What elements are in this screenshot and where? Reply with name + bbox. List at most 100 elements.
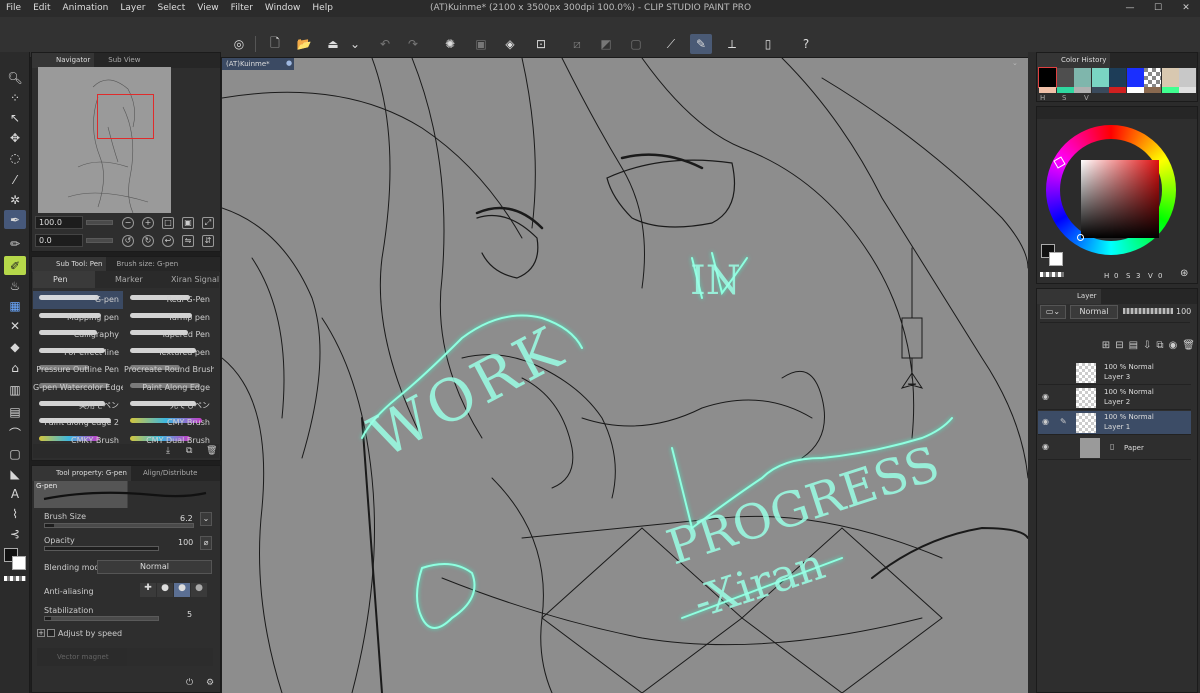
color-history-swatch[interactable] <box>1091 87 1109 93</box>
brush-size-slider[interactable] <box>44 523 194 528</box>
tab-group-xiran-signal[interactable]: Xiran Signal <box>157 271 219 288</box>
brush-size-value[interactable]: 6.2 <box>180 514 193 523</box>
gradient-icon[interactable]: ▤ <box>4 402 26 421</box>
reset-rotate-icon[interactable]: ↩ <box>162 235 174 247</box>
sv-marker[interactable] <box>1077 234 1084 241</box>
canvas-tab[interactable]: (AT)Kuinme* <box>222 58 294 70</box>
layer-blend-dropdown[interactable]: Normal <box>1070 305 1118 319</box>
operation-icon[interactable]: ↖ <box>4 108 26 127</box>
deselect-icon[interactable]: ⧄ <box>566 34 588 54</box>
close-button[interactable]: ✕ <box>1172 0 1200 17</box>
brush-item[interactable]: For effect line <box>33 344 123 362</box>
layer-row[interactable]: ◉ ▯ Paper <box>1038 436 1191 460</box>
save-icon[interactable]: ⏏ <box>322 34 344 54</box>
new-file-icon[interactable]: 🗋 <box>264 34 286 54</box>
brush-item[interactable]: Pressure Outline Pen <box>33 361 123 379</box>
color-history-swatch[interactable] <box>1126 87 1144 93</box>
color-history-swatch[interactable] <box>1144 87 1161 93</box>
expand-icon[interactable]: + <box>37 629 45 637</box>
color-history-swatch[interactable] <box>1109 68 1126 87</box>
magic-wand-icon[interactable]: ✲ <box>4 190 26 209</box>
eraser-dotted-icon[interactable]: ✕ <box>4 316 26 335</box>
pencil-icon[interactable]: ✏ <box>4 234 26 253</box>
opacity-slider[interactable] <box>44 546 159 551</box>
color-history-swatch[interactable] <box>1161 68 1179 87</box>
rotate-right-icon[interactable]: ↻ <box>142 235 154 247</box>
text-icon[interactable]: A <box>4 484 26 503</box>
layer-opacity-value[interactable]: 100 <box>1176 307 1191 316</box>
minimize-button[interactable]: — <box>1116 0 1144 17</box>
brush-item[interactable]: Procreate Round Brush <box>124 361 214 379</box>
zoom-field[interactable]: 100.0 <box>35 216 83 229</box>
visibility-eye-icon[interactable]: ◉ <box>1042 418 1052 426</box>
canvas-menu-chevron-icon[interactable]: ⌄ <box>1012 59 1018 67</box>
color-history-swatch[interactable] <box>1161 87 1179 93</box>
undo-icon[interactable]: ↶ <box>374 34 396 54</box>
pen-icon[interactable]: ✒ <box>4 210 26 229</box>
color-settings-icon[interactable]: ⊛ <box>1180 268 1188 279</box>
aa-strong-icon[interactable]: ● <box>191 583 207 597</box>
tool-reset-icon[interactable]: ⏻ <box>186 678 193 688</box>
color-history-swatch[interactable] <box>1126 68 1144 87</box>
menu-animation[interactable]: Animation <box>57 0 115 17</box>
visibility-eye-icon[interactable]: ◉ <box>1042 393 1052 401</box>
lasso-dots-icon[interactable]: ⁘ <box>4 88 26 107</box>
color-history-swatch[interactable] <box>1056 68 1074 87</box>
aa-none-icon[interactable]: ✚ <box>140 583 156 597</box>
brush-item[interactable]: Turnip pen <box>124 309 214 327</box>
color-history-swatch[interactable] <box>1091 68 1109 87</box>
menu-help[interactable]: Help <box>306 0 339 17</box>
selection-border-icon[interactable]: ▢ <box>625 34 647 54</box>
color-history-swatch[interactable] <box>1179 68 1196 87</box>
redo-icon[interactable]: ↷ <box>402 34 424 54</box>
tool-settings-icon[interactable]: ⚙ <box>206 678 214 688</box>
opacity-value[interactable]: 100 <box>178 538 193 547</box>
figure-icon[interactable]: ⌒ <box>4 424 26 443</box>
tab-navigator[interactable]: Navigator <box>32 53 95 68</box>
chevron-down-icon[interactable]: ⌄ <box>344 34 366 54</box>
color-history-swatch[interactable] <box>1144 68 1161 87</box>
stabilization-slider[interactable] <box>44 616 159 621</box>
color-history-swatch[interactable] <box>1074 68 1091 87</box>
blend-icon[interactable]: ⌂ <box>4 358 26 377</box>
mask-icon[interactable]: ◉ <box>1169 340 1178 358</box>
layer-row[interactable]: ◉ ✎ 100 % Normal Layer 1 <box>1038 411 1191 435</box>
color-history-swatch[interactable] <box>1179 87 1196 93</box>
fill-icon[interactable]: ◈ <box>499 34 521 54</box>
blending-mode-dropdown[interactable]: Normal <box>97 560 212 574</box>
menu-filter[interactable]: Filter <box>225 0 259 17</box>
balloon-icon[interactable]: ⌇ <box>4 504 26 523</box>
copy-subtool-icon[interactable]: ⧉ <box>186 446 192 456</box>
brush-item[interactable]: G-pen Watercolor Edge <box>33 379 123 397</box>
brush-item[interactable]: Paint Along Edge <box>124 379 214 397</box>
tab-subtool-pen[interactable]: Sub Tool: Pen <box>32 257 107 272</box>
wheel-transparent-color[interactable] <box>1040 272 1064 277</box>
menu-layer[interactable]: Layer <box>114 0 151 17</box>
brush-item[interactable]: Textured pen <box>124 344 214 362</box>
brush-item[interactable]: Tapered Pen <box>124 326 214 344</box>
brush-icon[interactable]: ✐ <box>4 256 26 275</box>
transform-icon[interactable]: ⊡ <box>530 34 552 54</box>
layer-row[interactable]: 100 % Normal Layer 3 <box>1038 361 1191 385</box>
menu-select[interactable]: Select <box>151 0 191 17</box>
color-sv-square[interactable] <box>1081 160 1159 238</box>
clip-studio-icon[interactable]: ◎ <box>228 34 250 54</box>
brush-item[interactable]: Calligraphy <box>33 326 123 344</box>
frame-icon[interactable]: ▢ <box>4 444 26 463</box>
layer-opacity-slider[interactable] <box>1123 308 1173 314</box>
snap-special-ruler-icon[interactable]: ✎ <box>690 34 712 54</box>
new-folder-icon[interactable]: ▤ <box>1129 340 1138 358</box>
layer-row[interactable]: ◉ 100 % Normal Layer 2 <box>1038 386 1191 410</box>
tab-layer[interactable]: Layer <box>1037 289 1101 304</box>
add-subtool-icon[interactable]: ⤓ <box>166 446 170 456</box>
rotate-field[interactable]: 0.0 <box>35 234 83 247</box>
color-history-swatch[interactable] <box>1039 87 1056 93</box>
flip-horizontal-icon[interactable]: ⇋ <box>182 235 194 247</box>
tab-group-marker[interactable]: Marker <box>95 271 157 288</box>
zoom-slider[interactable] <box>86 220 113 225</box>
aa-weak-icon[interactable]: ● <box>157 583 173 597</box>
decoration-icon[interactable]: ▦ <box>4 296 26 315</box>
eyedropper-icon[interactable]: ⁄ <box>4 170 26 189</box>
brush-size-dropdown[interactable]: ⌄ <box>200 512 212 526</box>
color-history-swatch[interactable] <box>1056 87 1074 93</box>
